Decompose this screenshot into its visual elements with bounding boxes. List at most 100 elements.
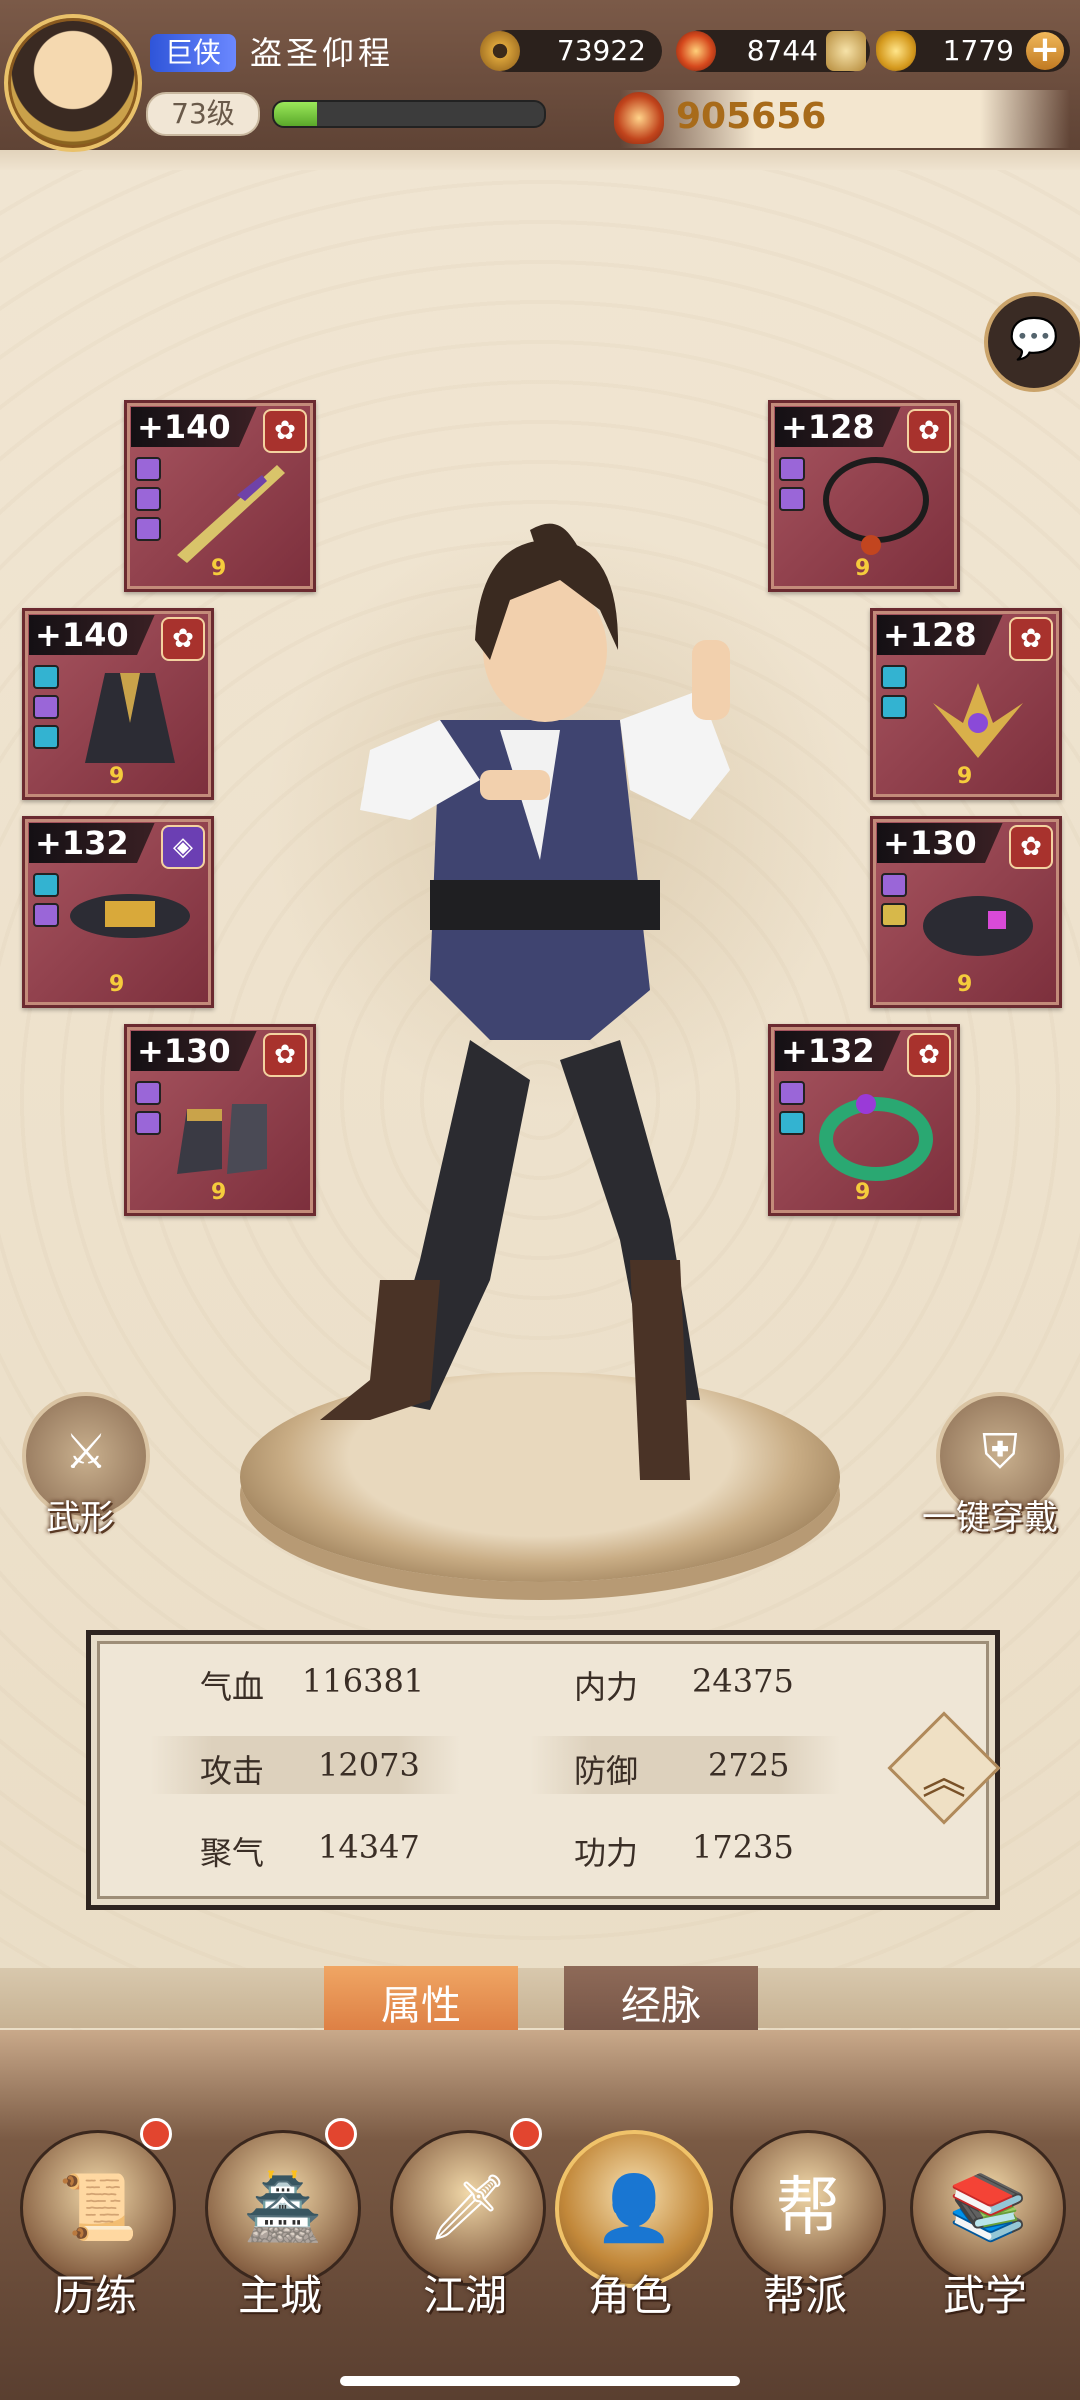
robe-icon — [85, 673, 175, 763]
xp-bar-fill — [274, 102, 318, 126]
gem-blue-icon — [33, 665, 59, 689]
nav-label: 武学 — [942, 2271, 1027, 2320]
equipment-slot-weapon[interactable]: +140 ✿ 9 — [124, 400, 316, 592]
flower-icon: ✿ — [907, 409, 951, 453]
auto-equip-label: 一键穿戴 — [922, 1498, 1058, 1538]
gem-blue-icon — [33, 873, 59, 897]
equipment-slot-ring[interactable]: +132 ✿ 9 — [768, 1024, 960, 1216]
home-indicator[interactable] — [340, 2376, 740, 2386]
enhance-level: +128 — [877, 615, 1003, 655]
add-currency-button[interactable]: + — [1026, 32, 1064, 70]
grade-mark-icon: 9 — [957, 764, 973, 789]
grade-mark-icon: 9 — [211, 556, 227, 581]
jade-ring-icon — [819, 1094, 933, 1181]
grade-mark-icon: 9 — [109, 764, 125, 789]
boots-icon — [177, 1104, 267, 1174]
diamond-icon: ◈ — [161, 825, 205, 869]
copper-coin-icon — [480, 31, 520, 71]
combat-power-value: 905656 — [676, 96, 827, 137]
enhance-level: +140 — [131, 407, 257, 447]
enhance-level: +130 — [131, 1031, 257, 1071]
xp-bar — [272, 100, 546, 128]
hp-label: 气血 — [200, 1668, 265, 1706]
gem-purple-icon — [881, 873, 907, 897]
enhance-level: +140 — [29, 615, 155, 655]
enhance-level: +132 — [29, 823, 155, 863]
sword-cloud-icon: 🗡 — [427, 2171, 509, 2245]
flower-icon: ✿ — [263, 409, 307, 453]
enhance-level: +128 — [775, 407, 901, 447]
gem-blue-icon — [881, 695, 907, 719]
flame-currency-value: 8744 — [746, 34, 818, 67]
notification-dot — [325, 2118, 357, 2150]
attack-label: 攻击 — [200, 1752, 265, 1790]
grade-mark-icon: 9 — [957, 972, 973, 997]
grade-mark-icon: 9 — [211, 1180, 227, 1205]
gold-ingot-value: 1779 — [942, 34, 1014, 67]
necklace-icon — [823, 457, 929, 555]
gem-purple-icon — [779, 487, 805, 511]
enhance-level: +130 — [877, 823, 1003, 863]
nav-label: 历练 — [52, 2271, 137, 2320]
grade-mark-icon: 9 — [109, 972, 125, 997]
flower-icon: ✿ — [907, 1033, 951, 1077]
hp-value: 116381 — [302, 1662, 425, 1700]
gem-blue-icon — [779, 1111, 805, 1135]
sword-icon — [177, 465, 285, 563]
hero-character — [320, 523, 730, 1480]
chat-button[interactable]: 💬 — [984, 292, 1080, 392]
inner-power-value: 24375 — [692, 1662, 794, 1700]
focus-value: 14347 — [318, 1828, 420, 1866]
equipment-slot-boots[interactable]: +130 ✿ 9 — [124, 1024, 316, 1216]
books-icon: 📚 — [948, 2171, 1028, 2245]
speech-bubble-icon: 💬 — [1009, 316, 1059, 362]
notification-dot — [140, 2118, 172, 2150]
scroll-icon: 📜 — [58, 2171, 138, 2245]
gem-purple-icon — [135, 1081, 161, 1105]
martial-form-label: 武形 — [46, 1498, 114, 1538]
copper-value: 73922 — [556, 34, 646, 67]
gem-yellow-icon — [881, 903, 907, 927]
coin-stack-icon — [826, 31, 866, 71]
equipment-slot-belt[interactable]: +132 ◈ 9 — [22, 816, 214, 1008]
equipment-slot-armor[interactable]: +140 ✿ 9 — [22, 608, 214, 800]
palace-icon: 🏯 — [243, 2171, 323, 2245]
flower-icon: ✿ — [1009, 825, 1053, 869]
gem-blue-icon — [881, 665, 907, 689]
tab-bar — [0, 1968, 1080, 2028]
enhance-level: +132 — [775, 1031, 901, 1071]
skill-power-label: 功力 — [574, 1834, 639, 1872]
bracer-icon — [923, 896, 1033, 956]
crest-icon — [933, 683, 1023, 758]
nav-label: 帮派 — [762, 2271, 847, 2320]
equipment-slot-headpiece[interactable]: +128 ✿ 9 — [870, 608, 1062, 800]
top-bar-shadow — [0, 150, 1080, 170]
gem-purple-icon — [33, 903, 59, 927]
player-level: 73级 — [146, 92, 260, 136]
gem-blue-icon — [33, 725, 59, 749]
nav-label: 主城 — [237, 2271, 322, 2320]
gem-purple-icon — [135, 1111, 161, 1135]
combat-power-icon — [614, 92, 664, 144]
gem-purple-icon — [779, 457, 805, 481]
defense-value: 2725 — [708, 1746, 790, 1784]
grade-mark-icon: 9 — [855, 1180, 871, 1205]
gold-ingot-icon — [876, 31, 916, 71]
belt-icon — [70, 894, 190, 938]
inner-power-label: 内力 — [574, 1668, 639, 1706]
gem-purple-icon — [779, 1081, 805, 1105]
rank-badge: 巨侠 — [150, 34, 236, 72]
guild-emblem-icon: 帮 — [776, 2171, 840, 2245]
defense-label: 防御 — [574, 1752, 639, 1790]
grade-mark-icon: 9 — [855, 556, 871, 581]
chevron-up-icon: ︽ — [922, 1753, 966, 1804]
attack-value: 12073 — [318, 1746, 420, 1784]
player-avatar[interactable] — [4, 14, 142, 152]
equipment-slot-necklace[interactable]: +128 ✿ 9 — [768, 400, 960, 592]
equipment-slot-bracer[interactable]: +130 ✿ 9 — [870, 816, 1062, 1008]
gem-purple-icon — [135, 487, 161, 511]
flower-icon: ✿ — [161, 617, 205, 661]
gem-purple-icon — [33, 695, 59, 719]
skill-power-value: 17235 — [692, 1828, 794, 1866]
martial-form-icon: ⚔ — [64, 1424, 108, 1480]
